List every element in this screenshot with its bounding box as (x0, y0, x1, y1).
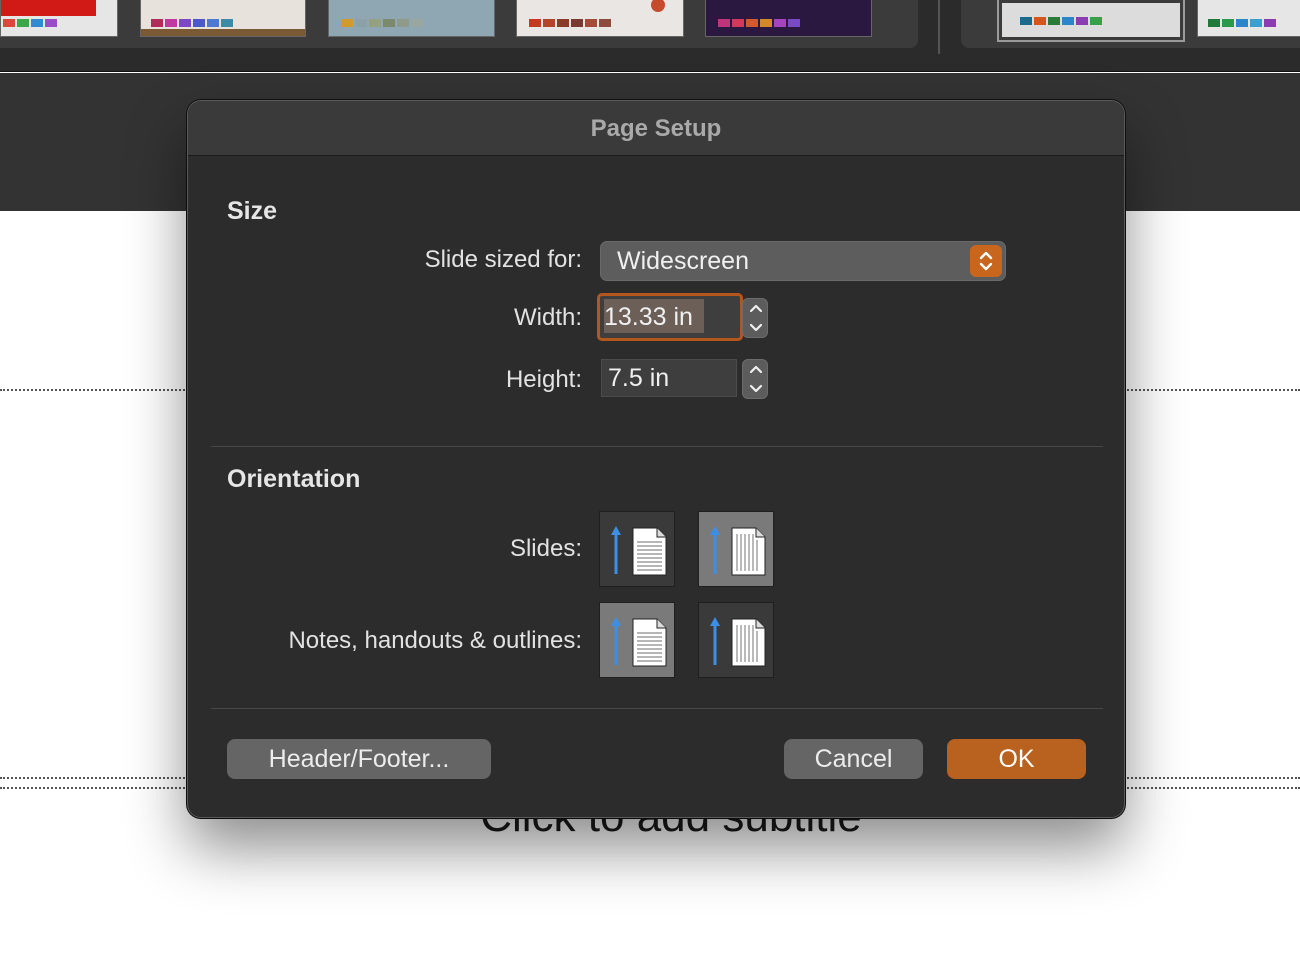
width-field[interactable] (597, 293, 743, 341)
dialog-titlebar[interactable]: Page Setup (188, 101, 1124, 156)
orientation-section-heading: Orientation (227, 465, 361, 493)
ok-button[interactable]: OK (947, 739, 1086, 779)
theme-thumbnail[interactable] (705, 0, 872, 37)
height-label: Height: (505, 366, 582, 393)
stepper-arrows-icon (749, 304, 763, 332)
height-stepper[interactable] (742, 359, 768, 399)
size-section-heading: Size (227, 197, 278, 225)
theme-thumbnail[interactable] (516, 0, 684, 37)
stepper-arrows-icon (749, 365, 763, 393)
width-stepper[interactable] (742, 298, 768, 338)
theme-gallery (0, 0, 918, 48)
theme-thumbnail[interactable] (140, 0, 306, 37)
section-divider (211, 708, 1103, 709)
theme-thumbnail-dot (651, 0, 665, 12)
up-down-chevron-icon (970, 245, 1002, 277)
slide-sized-for-label: Slide sized for: (424, 246, 582, 273)
header-footer-button[interactable]: Header/Footer... (227, 739, 491, 779)
portrait-page-icon (611, 617, 667, 667)
notes-orientation-label: Notes, handouts & outlines: (288, 627, 582, 654)
cancel-button[interactable]: Cancel (784, 739, 923, 779)
variant-thumbnail[interactable] (1197, 0, 1300, 37)
slides-landscape-button[interactable] (698, 511, 774, 587)
gallery-separator (938, 0, 940, 54)
variant-gallery (961, 0, 1300, 48)
notes-landscape-button[interactable] (698, 602, 774, 678)
notes-portrait-button[interactable] (599, 602, 675, 678)
landscape-page-icon (710, 617, 766, 667)
section-divider (211, 446, 1103, 447)
height-input[interactable] (608, 360, 728, 396)
dialog-title: Page Setup (590, 115, 722, 142)
slides-portrait-button[interactable] (599, 511, 675, 587)
variant-thumbnail-selected[interactable] (997, 0, 1185, 42)
slide-size-select[interactable]: Widescreen (600, 241, 1006, 281)
width-input[interactable] (604, 298, 724, 336)
theme-thumbnail[interactable] (328, 0, 495, 37)
page-setup-dialog: Page Setup Size Slide sized for: Widescr… (187, 100, 1125, 818)
height-field[interactable] (601, 359, 737, 397)
landscape-page-icon (710, 526, 766, 576)
theme-thumbnail[interactable] (0, 0, 118, 37)
theme-gallery-bar (0, 0, 1300, 72)
theme-thumbnail-accent (1, 0, 96, 16)
slide-size-value: Widescreen (617, 247, 749, 275)
portrait-page-icon (611, 526, 667, 576)
theme-thumbnail-ground (141, 29, 305, 36)
slides-orientation-label: Slides: (509, 535, 582, 562)
width-label: Width: (513, 304, 582, 331)
